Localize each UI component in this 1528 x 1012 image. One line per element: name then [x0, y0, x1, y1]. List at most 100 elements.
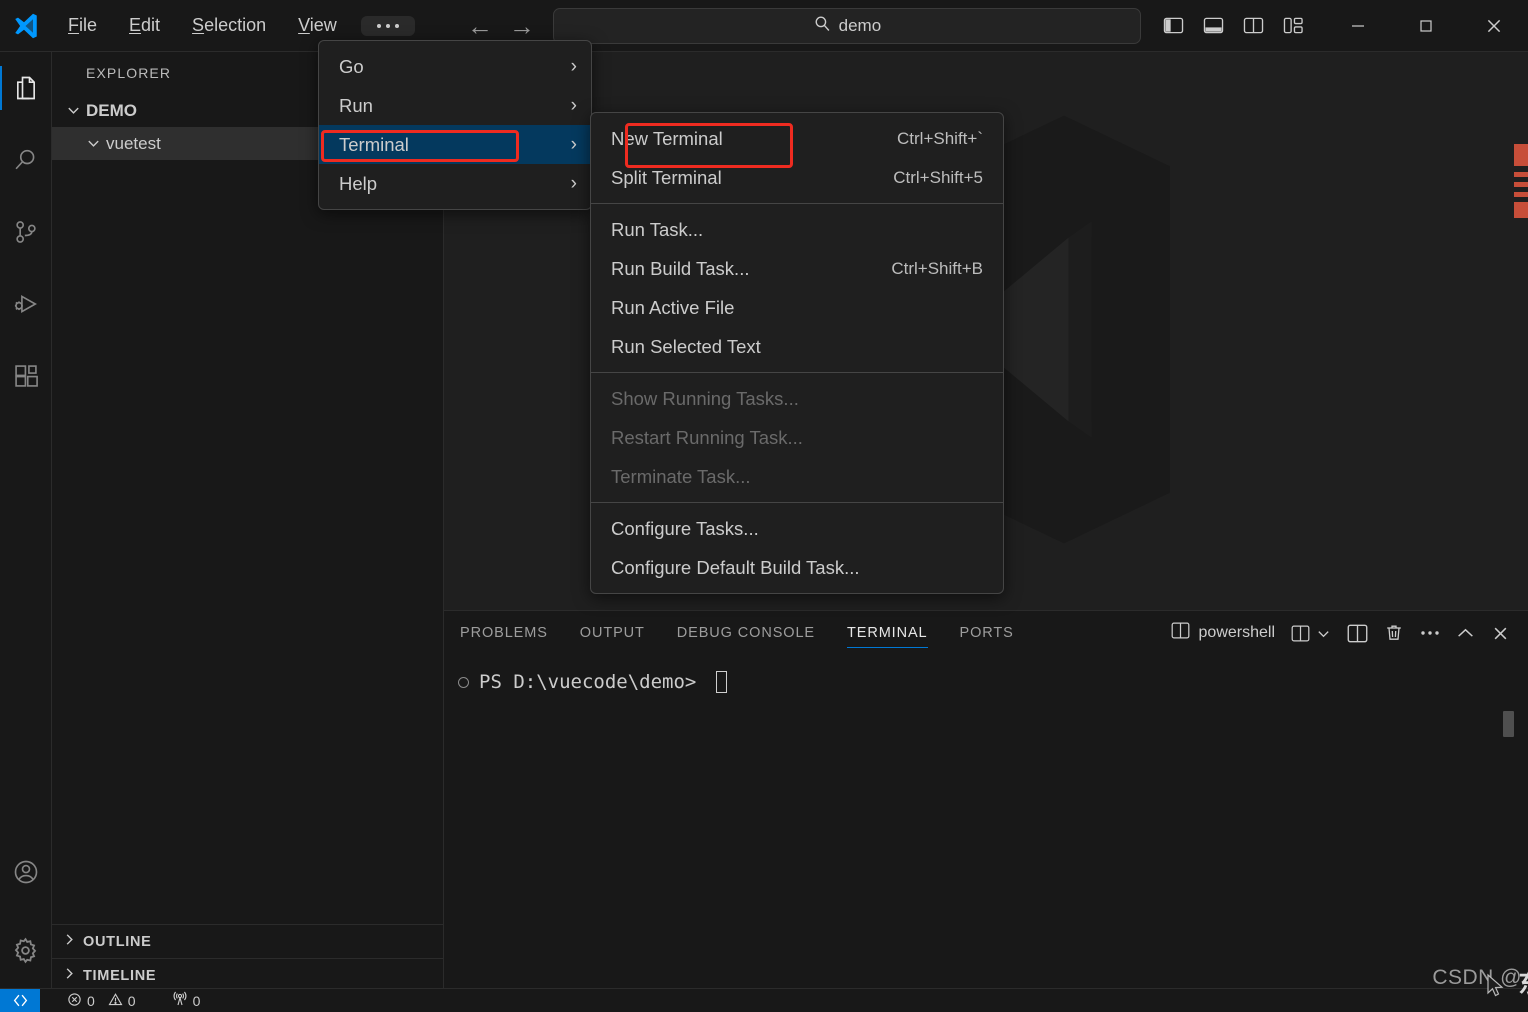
menu-item-show-running-tasks: Show Running Tasks... — [591, 379, 1003, 418]
menu-item-label: New Terminal — [611, 127, 723, 149]
terminal-submenu: New Terminal Ctrl+Shift+` Split Terminal… — [590, 112, 1004, 594]
sidebar-section-outline[interactable]: OUTLINE — [52, 924, 443, 958]
menu-selection[interactable]: Selection — [178, 9, 280, 43]
menu-view[interactable]: View — [284, 9, 351, 43]
tab-terminal[interactable]: TERMINAL — [831, 611, 944, 655]
menu-item-label: Terminate Task... — [611, 465, 751, 487]
panel-header: PROBLEMS OUTPUT DEBUG CONSOLE TERMINAL P… — [444, 611, 1528, 655]
sidebar-section-label: OUTLINE — [83, 933, 152, 950]
status-errors[interactable]: 0 0 — [58, 989, 145, 1012]
chevron-right-icon: › — [570, 172, 577, 194]
gear-icon[interactable] — [0, 908, 52, 992]
menu-item-run-active-file[interactable]: Run Active File — [591, 288, 1003, 327]
account-icon[interactable] — [0, 836, 52, 908]
warning-count: 0 — [127, 992, 136, 1009]
split-terminal-button[interactable] — [1347, 624, 1368, 643]
menu-item-label: Run Build Task... — [611, 257, 750, 279]
minimize-button[interactable] — [1324, 0, 1392, 52]
menu-item-label: Help — [339, 172, 378, 194]
sidebar-section-timeline[interactable]: TIMELINE — [52, 958, 443, 992]
sidebar-section-label: TIMELINE — [83, 967, 157, 984]
menu-item-configure-default-build-task[interactable]: Configure Default Build Task... — [591, 548, 1003, 587]
ports-count: 0 — [192, 992, 201, 1009]
maximize-panel-icon[interactable] — [1456, 626, 1475, 641]
remote-host-icon[interactable] — [0, 988, 40, 1012]
menu-edit[interactable]: Edit — [115, 9, 174, 43]
menu-item-split-terminal[interactable]: Split Terminal Ctrl+Shift+5 — [591, 158, 1003, 197]
tab-ports[interactable]: PORTS — [944, 611, 1030, 655]
layout-sidebar-right-icon[interactable] — [1240, 13, 1266, 39]
menu-item-shortcut: Ctrl+Shift+5 — [893, 167, 983, 187]
radio-tower-icon — [172, 991, 188, 1010]
chevron-right-icon — [62, 932, 77, 951]
back-arrow-icon[interactable]: ← — [467, 13, 493, 39]
terminal-tab-powershell[interactable]: powershell — [1171, 622, 1275, 644]
tab-problems[interactable]: PROBLEMS — [444, 611, 564, 655]
command-decoration-icon — [458, 676, 469, 688]
sidebar-item-extensions[interactable] — [0, 340, 52, 412]
close-button[interactable] — [1460, 0, 1528, 52]
close-panel-icon[interactable] — [1491, 624, 1510, 643]
tab-output[interactable]: OUTPUT — [564, 611, 661, 655]
overview-ruler-mark — [1514, 144, 1528, 166]
status-bar: 0 0 0 — [0, 988, 1528, 1012]
menu-item-run-build-task[interactable]: Run Build Task... Ctrl+Shift+B — [591, 249, 1003, 288]
menu-item-terminal[interactable]: Terminal › — [319, 125, 591, 164]
sidebar-item-explorer[interactable] — [0, 52, 52, 124]
overview-ruler-mark — [1514, 192, 1528, 197]
activity-bar — [0, 52, 52, 992]
warning-icon — [108, 992, 123, 1010]
chevron-down-icon[interactable] — [1316, 626, 1331, 641]
error-icon — [67, 992, 82, 1010]
search-input[interactable]: demo — [553, 7, 1142, 44]
menu-more-button[interactable] — [360, 15, 415, 36]
terminal-name-label: powershell — [1198, 624, 1275, 641]
ellipsis-dot — [385, 23, 390, 28]
menu-file[interactable]: FFileile — [54, 9, 111, 43]
menu-item-help[interactable]: Help › — [319, 164, 591, 203]
menu-item-label: Configure Tasks... — [611, 517, 759, 539]
chevron-right-icon: › — [570, 133, 577, 155]
overview-ruler-mark — [1514, 172, 1528, 177]
layout-sidebar-left-icon[interactable] — [1160, 13, 1186, 39]
menu-item-configure-tasks[interactable]: Configure Tasks... — [591, 509, 1003, 548]
maximize-button[interactable] — [1392, 0, 1460, 52]
sidebar-item-run-debug[interactable] — [0, 268, 52, 340]
terminal-scrollbar[interactable] — [1503, 711, 1514, 737]
layout-customize-icon[interactable] — [1280, 13, 1306, 39]
status-ports[interactable]: 0 — [163, 989, 210, 1012]
menu-item-new-terminal[interactable]: New Terminal Ctrl+Shift+` — [591, 119, 1003, 158]
terminal-body[interactable]: PS D:\vuecode\demo> — [444, 655, 1528, 992]
tab-debug-console[interactable]: DEBUG CONSOLE — [661, 611, 831, 655]
menu-item-shortcut: Ctrl+Shift+` — [897, 128, 983, 148]
window-controls — [1324, 0, 1528, 52]
menu-item-run-task[interactable]: Run Task... — [591, 210, 1003, 249]
menu-item-run-selected-text[interactable]: Run Selected Text — [591, 327, 1003, 366]
tree-label: DEMO — [86, 100, 137, 120]
menu-item-go[interactable]: Go › — [319, 47, 591, 86]
overview-ruler[interactable] — [1514, 52, 1528, 610]
launch-profile-button[interactable] — [1291, 625, 1310, 642]
menu-separator — [591, 203, 1003, 204]
panel-more-actions-icon[interactable] — [1420, 629, 1440, 637]
layout-panel-icon[interactable] — [1200, 13, 1226, 39]
menu-item-label: Run Selected Text — [611, 335, 761, 357]
menu-overflow-dropdown: Go › Run › Terminal › Help › — [318, 40, 592, 210]
menu-separator — [591, 502, 1003, 503]
forward-arrow-icon[interactable]: → — [509, 13, 535, 39]
terminal-prompt-line: PS D:\vuecode\demo> — [454, 671, 1528, 693]
layout-buttons — [1160, 13, 1306, 39]
menu-item-label: Run Task... — [611, 218, 704, 240]
menu-item-label: Run — [339, 94, 373, 116]
menu-item-run[interactable]: Run › — [319, 86, 591, 125]
search-icon — [814, 15, 831, 37]
sidebar-item-search[interactable] — [0, 124, 52, 196]
vscode-window: FFileile Edit Selection View ← → demo — [0, 0, 1528, 1012]
sidebar-item-source-control[interactable] — [0, 196, 52, 268]
trash-icon[interactable] — [1384, 623, 1404, 643]
menu-item-label: Terminal — [339, 133, 409, 155]
file-tree: DEMO vuetest — [52, 94, 443, 924]
chevron-right-icon — [62, 966, 77, 985]
terminal-cursor — [716, 671, 728, 693]
chevron-down-icon — [80, 136, 106, 151]
